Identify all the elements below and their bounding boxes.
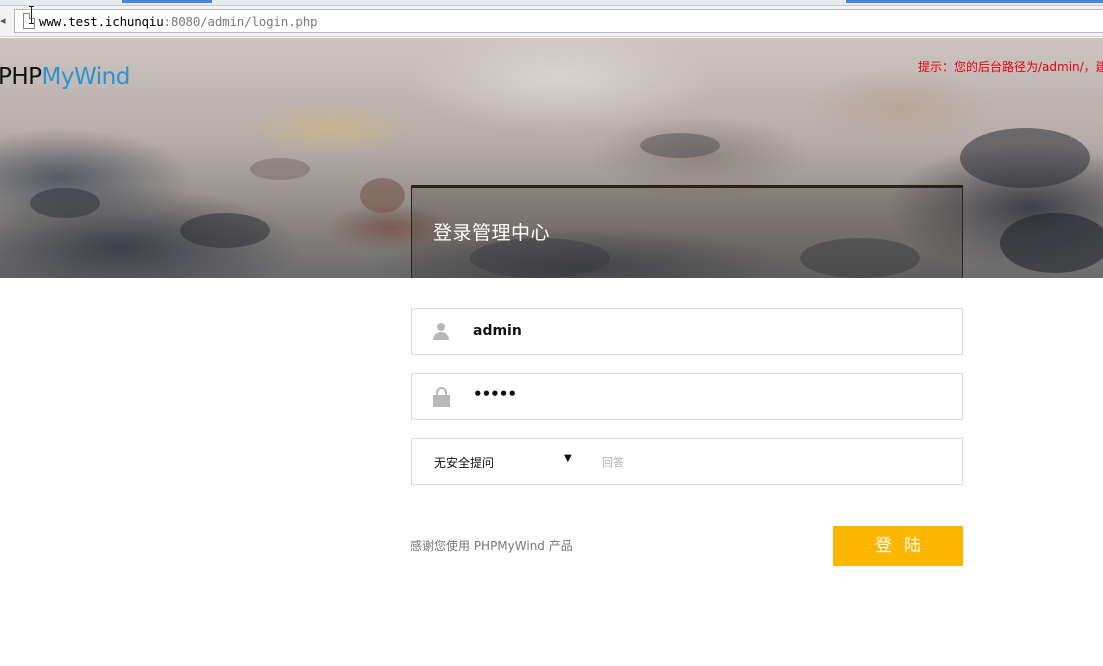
password-mask: ••••• [473, 385, 517, 403]
password-field[interactable]: ••••• [411, 373, 963, 420]
user-icon [432, 323, 450, 341]
username-field[interactable]: admin [411, 308, 963, 355]
login-button[interactable]: 登陆 [833, 526, 963, 566]
browser-address-bar: ◂ www.test.ichunqiu:8080/admin/login.php [0, 6, 1103, 37]
answer-input[interactable]: 回答 [602, 454, 624, 470]
security-question-selected: 无安全提问 [434, 456, 495, 470]
browser-tab-edge[interactable] [846, 0, 1103, 3]
thanks-text: 感谢您使用 PHPMyWind 产品 [410, 539, 573, 553]
url-input[interactable]: www.test.ichunqiu:8080/admin/login.php [14, 9, 1103, 33]
url-text: www.test.ichunqiu:8080/admin/login.php [39, 14, 318, 29]
login-panel-header: 登录管理中心 [411, 185, 963, 278]
login-title: 登录管理中心 [433, 222, 551, 244]
text-cursor-icon [29, 6, 35, 24]
logo-php-text: PHP [0, 64, 42, 90]
logo-mywind-text: MyWind [41, 64, 131, 90]
url-path: :8080/admin/login.php [163, 14, 318, 29]
browser-tab-edge[interactable] [122, 0, 212, 3]
phpmywind-logo[interactable]: PHPMyWind [0, 64, 130, 90]
dropdown-arrow-icon: ▼ [564, 453, 572, 464]
lock-icon [433, 387, 450, 407]
security-question-row: 无安全提问 ▼ 回答 [411, 438, 963, 485]
hero-banner: PHPMyWind 提示：您的后台路径为/admin/，建 登录管理中心 [0, 38, 1103, 278]
security-question-select[interactable]: 无安全提问 ▼ [434, 453, 574, 471]
back-arrow-icon[interactable]: ◂ [0, 14, 6, 27]
admin-path-tip: 提示：您的后台路径为/admin/，建 [918, 60, 1103, 74]
url-host: www.test.ichunqiu [39, 14, 164, 29]
username-value: admin [473, 323, 522, 339]
